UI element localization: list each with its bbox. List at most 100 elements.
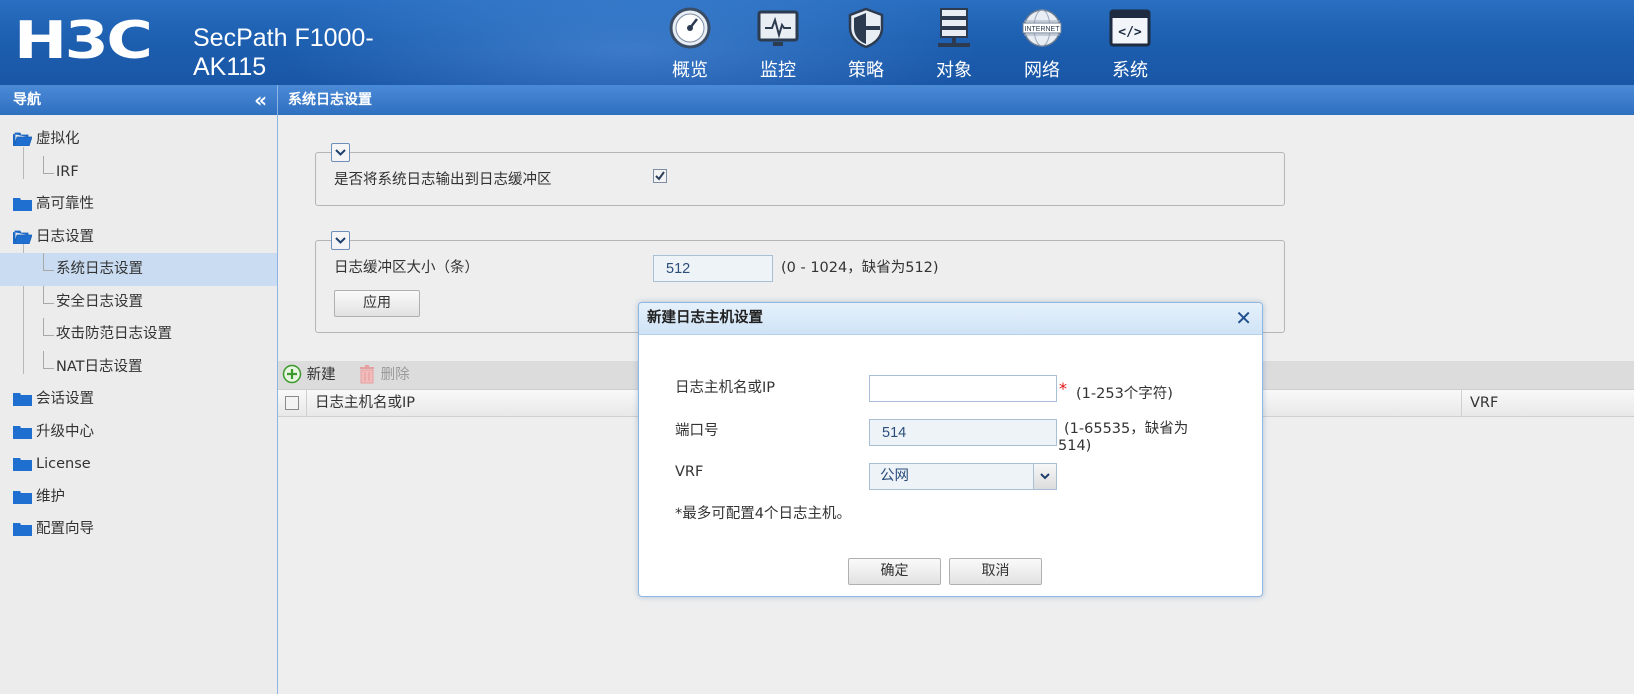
folder-icon [13,458,32,471]
buffer-size-label: 日志缓冲区大小（条） [334,260,479,276]
sidebar-title: 导航 [13,92,41,108]
port-hint: (1-65535，缺省为 514) [1058,417,1189,454]
nav-object-label: 对象 [936,60,972,81]
folder-open-icon [13,230,32,244]
column-separator [1461,390,1462,416]
tree-branch [43,155,54,174]
nav-overview-label: 概览 [672,60,708,81]
checkmark-icon [655,171,665,181]
dialog-header: 新建日志主机设置 ✕ [639,303,1262,335]
chevron-down-icon [1040,473,1050,480]
cancel-button[interactable]: 取消 [949,558,1042,585]
dropdown-button[interactable] [1033,464,1056,489]
host-input[interactable] [869,375,1057,402]
sidebar-item-log-settings[interactable]: 日志设置 [0,221,277,254]
host-label: 日志主机名或IP [675,380,776,396]
sidebar-item-label: 升级中心 [36,423,94,440]
ok-button[interactable]: 确定 [848,558,941,585]
code-badge-text: </> [1118,25,1142,40]
nav-policy[interactable]: 策略 [826,6,906,82]
required-marker: * [1059,379,1067,398]
column-separator [306,390,307,416]
close-icon[interactable]: ✕ [1235,303,1252,334]
fieldset-collapse-toggle[interactable] [331,231,350,250]
folder-icon [13,393,32,406]
dashboard-icon [669,7,711,49]
select-all-checkbox[interactable] [285,396,299,410]
sidebar-item-irf[interactable]: IRF [0,155,277,189]
folder-open-icon [13,132,32,146]
sidebar-item-label: License [36,456,91,472]
port-hint-line1: (1-65535，缺省为 [1064,421,1189,437]
nav-system[interactable]: </> 系统 [1090,6,1170,82]
collapse-sidebar-icon[interactable]: « [254,85,267,115]
sidebar-item-session-settings[interactable]: 会话设置 [0,383,277,416]
chevron-down-icon [335,149,346,156]
h3c-logo: H3C [14,11,153,71]
dialog-title: 新建日志主机设置 [647,310,763,326]
port-input[interactable] [869,419,1057,446]
tree-branch [43,318,54,336]
sidebar-item-maintenance[interactable]: 维护 [0,481,277,514]
sidebar-item-label: 系统日志设置 [56,261,143,277]
sidebar-item-label: 安全日志设置 [56,293,143,310]
nav-monitor[interactable]: 监控 [738,6,818,82]
fieldset-collapse-toggle[interactable] [331,143,350,162]
folder-icon [13,523,32,536]
buffer-size-hint: (0 - 1024，缺省为512) [781,260,939,276]
sidebar-item-label: IRF [56,163,79,180]
vrf-select[interactable]: 公网 [869,463,1057,490]
server-icon [938,8,970,47]
tree-branch [43,253,54,271]
sidebar-item-high-availability[interactable]: 高可靠性 [0,188,277,221]
sidebar-item-label: 维护 [36,488,65,505]
buffer-output-checkbox[interactable] [653,169,667,183]
sidebar-item-security-log[interactable]: 安全日志设置 [0,285,277,319]
folder-icon [13,425,32,439]
folder-icon [13,198,32,211]
trash-icon [360,365,374,384]
nav-policy-label: 策略 [848,60,884,81]
new-log-host-dialog: 新建日志主机设置 ✕ 日志主机名或IP * (1-253个字符) 端口号 (1-… [638,302,1263,597]
sidebar: 导航 « 虚拟化 IRF 高可靠性 日志设置 系统日志设置 安全日志设置 攻击防… [0,85,278,694]
nav-overview[interactable]: 概览 [650,6,730,82]
top-header: H3C SecPath F1000-AK115 概览 监控 策略 对象 INTE… [0,0,1634,85]
sidebar-item-label: 日志设置 [36,228,94,245]
sidebar-item-label: 攻击防范日志设置 [56,326,172,342]
chevron-down-icon [335,237,346,244]
sidebar-header: 导航 « [0,85,277,115]
host-hint: (1-253个字符) [1076,386,1173,402]
nav-object[interactable]: 对象 [914,6,994,82]
sidebar-item-attack-defense-log[interactable]: 攻击防范日志设置 [0,318,277,351]
main-header: 系统日志设置 [278,85,1634,115]
column-header-host[interactable]: 日志主机名或IP [315,390,415,416]
vrf-selected-value: 公网 [880,468,909,484]
sidebar-item-nat-log[interactable]: NAT日志设置 [0,350,277,384]
column-header-vrf[interactable]: VRF [1470,390,1498,416]
port-label: 端口号 [675,423,719,439]
delete-host-button[interactable]: 删除 [358,361,410,389]
product-name: SecPath F1000-AK115 [193,24,374,81]
monitor-icon [757,10,799,46]
nav-tree: 虚拟化 IRF 高可靠性 日志设置 系统日志设置 安全日志设置 攻击防范日志设置 [0,115,277,546]
shield-icon [848,7,884,49]
max-hosts-note: *最多可配置4个日志主机。 [675,506,851,522]
new-host-button[interactable]: 新建 [282,361,336,389]
sidebar-item-upgrade-center[interactable]: 升级中心 [0,416,277,449]
new-host-label: 新建 [306,367,336,383]
add-circle-icon [282,364,302,384]
delete-host-label: 删除 [380,367,410,383]
nav-network[interactable]: INTERNET 网络 [1002,6,1082,82]
apply-button[interactable]: 应用 [334,290,420,317]
sidebar-item-label: 高可靠性 [36,196,94,212]
buffer-size-input[interactable] [653,255,773,282]
sidebar-item-license[interactable]: License [0,448,277,481]
sidebar-item-config-wizard[interactable]: 配置向导 [0,513,277,546]
sidebar-item-label: 会话设置 [36,391,94,407]
nav-network-label: 网络 [1024,60,1060,81]
sidebar-item-label: 虚拟化 [36,131,80,147]
sidebar-item-virtualization[interactable]: 虚拟化 [0,123,277,156]
page-title: 系统日志设置 [288,92,372,108]
tree-branch [43,285,54,304]
sidebar-item-system-log[interactable]: 系统日志设置 [0,253,277,286]
